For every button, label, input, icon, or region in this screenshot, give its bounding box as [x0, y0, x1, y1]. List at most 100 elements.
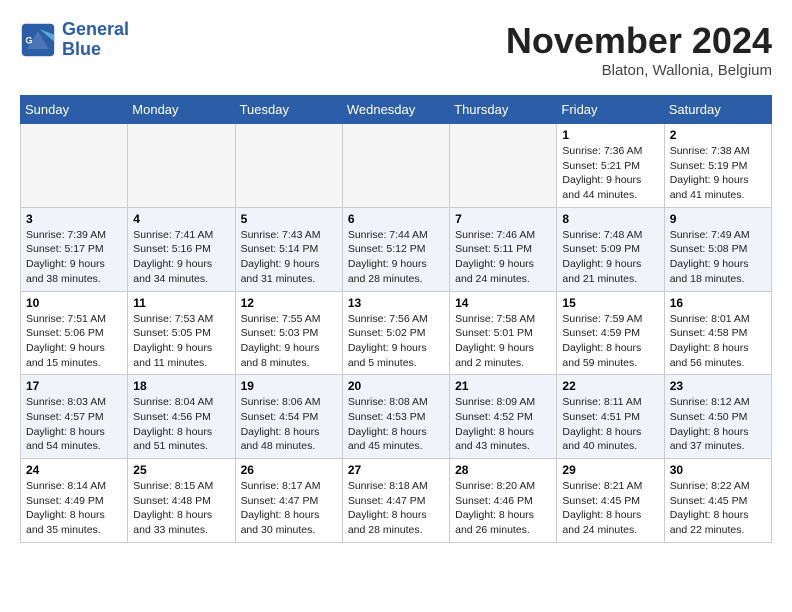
- column-header-friday: Friday: [557, 96, 664, 124]
- calendar-cell: 28 Sunrise: 8:20 AM Sunset: 4:46 PM Dayli…: [450, 459, 557, 543]
- calendar-cell: 16 Sunrise: 8:01 AM Sunset: 4:58 PM Dayli…: [664, 291, 771, 375]
- day-number: 7: [455, 212, 551, 226]
- calendar-cell: 7 Sunrise: 7:46 AM Sunset: 5:11 PM Daylig…: [450, 207, 557, 291]
- calendar-week-row: 24 Sunrise: 8:14 AM Sunset: 4:49 PM Dayli…: [21, 459, 772, 543]
- day-info: Sunrise: 8:17 AM Sunset: 4:47 PM Dayligh…: [241, 479, 337, 538]
- logo-icon: G: [20, 22, 56, 58]
- day-info: Sunrise: 8:22 AM Sunset: 4:45 PM Dayligh…: [670, 479, 766, 538]
- calendar-cell: 11 Sunrise: 7:53 AM Sunset: 5:05 PM Dayli…: [128, 291, 235, 375]
- day-info: Sunrise: 7:38 AM Sunset: 5:19 PM Dayligh…: [670, 144, 766, 203]
- column-header-sunday: Sunday: [21, 96, 128, 124]
- column-header-saturday: Saturday: [664, 96, 771, 124]
- day-number: 30: [670, 463, 766, 477]
- day-info: Sunrise: 7:55 AM Sunset: 5:03 PM Dayligh…: [241, 312, 337, 371]
- day-info: Sunrise: 8:14 AM Sunset: 4:49 PM Dayligh…: [26, 479, 122, 538]
- day-info: Sunrise: 7:53 AM Sunset: 5:05 PM Dayligh…: [133, 312, 229, 371]
- day-number: 6: [348, 212, 444, 226]
- day-number: 11: [133, 296, 229, 310]
- day-number: 22: [562, 379, 658, 393]
- day-number: 18: [133, 379, 229, 393]
- day-number: 13: [348, 296, 444, 310]
- day-info: Sunrise: 8:15 AM Sunset: 4:48 PM Dayligh…: [133, 479, 229, 538]
- column-header-thursday: Thursday: [450, 96, 557, 124]
- day-info: Sunrise: 7:46 AM Sunset: 5:11 PM Dayligh…: [455, 228, 551, 287]
- day-number: 25: [133, 463, 229, 477]
- calendar-cell: 3Sunrise: 7:39 AM Sunset: 5:17 PM Daylig…: [21, 207, 128, 291]
- calendar-cell: 17 Sunrise: 8:03 AM Sunset: 4:57 PM Dayli…: [21, 375, 128, 459]
- calendar-cell: 8 Sunrise: 7:48 AM Sunset: 5:09 PM Daylig…: [557, 207, 664, 291]
- day-number: 23: [670, 379, 766, 393]
- day-info: Sunrise: 8:12 AM Sunset: 4:50 PM Dayligh…: [670, 395, 766, 454]
- calendar-header-row: SundayMondayTuesdayWednesdayThursdayFrid…: [21, 96, 772, 124]
- day-info: Sunrise: 7:59 AM Sunset: 4:59 PM Dayligh…: [562, 312, 658, 371]
- calendar-cell: [21, 124, 128, 208]
- day-info: Sunrise: 8:03 AM Sunset: 4:57 PM Dayligh…: [26, 395, 122, 454]
- calendar-cell: 5Sunrise: 7:43 AM Sunset: 5:14 PM Daylig…: [235, 207, 342, 291]
- day-info: Sunrise: 7:48 AM Sunset: 5:09 PM Dayligh…: [562, 228, 658, 287]
- calendar-cell: 22 Sunrise: 8:11 AM Sunset: 4:51 PM Dayli…: [557, 375, 664, 459]
- day-number: 24: [26, 463, 122, 477]
- calendar-cell: [235, 124, 342, 208]
- calendar: SundayMondayTuesdayWednesdayThursdayFrid…: [20, 95, 772, 543]
- day-info: Sunrise: 8:21 AM Sunset: 4:45 PM Dayligh…: [562, 479, 658, 538]
- calendar-week-row: 1 Sunrise: 7:36 AM Sunset: 5:21 PM Daylig…: [21, 124, 772, 208]
- logo: G General Blue: [20, 20, 129, 60]
- day-number: 1: [562, 128, 658, 142]
- column-header-tuesday: Tuesday: [235, 96, 342, 124]
- day-number: 15: [562, 296, 658, 310]
- page-header: G General Blue November 2024 Blaton, Wal…: [20, 20, 772, 79]
- day-info: Sunrise: 8:20 AM Sunset: 4:46 PM Dayligh…: [455, 479, 551, 538]
- day-info: Sunrise: 8:18 AM Sunset: 4:47 PM Dayligh…: [348, 479, 444, 538]
- day-info: Sunrise: 7:49 AM Sunset: 5:08 PM Dayligh…: [670, 228, 766, 287]
- day-info: Sunrise: 7:41 AM Sunset: 5:16 PM Dayligh…: [133, 228, 229, 287]
- day-number: 2: [670, 128, 766, 142]
- calendar-cell: 30 Sunrise: 8:22 AM Sunset: 4:45 PM Dayli…: [664, 459, 771, 543]
- calendar-cell: 26 Sunrise: 8:17 AM Sunset: 4:47 PM Dayli…: [235, 459, 342, 543]
- day-number: 10: [26, 296, 122, 310]
- calendar-week-row: 3Sunrise: 7:39 AM Sunset: 5:17 PM Daylig…: [21, 207, 772, 291]
- calendar-cell: 4 Sunrise: 7:41 AM Sunset: 5:16 PM Daylig…: [128, 207, 235, 291]
- day-number: 28: [455, 463, 551, 477]
- calendar-week-row: 10 Sunrise: 7:51 AM Sunset: 5:06 PM Dayli…: [21, 291, 772, 375]
- column-header-wednesday: Wednesday: [342, 96, 449, 124]
- day-info: Sunrise: 8:06 AM Sunset: 4:54 PM Dayligh…: [241, 395, 337, 454]
- day-number: 19: [241, 379, 337, 393]
- day-info: Sunrise: 7:36 AM Sunset: 5:21 PM Dayligh…: [562, 144, 658, 203]
- day-info: Sunrise: 8:09 AM Sunset: 4:52 PM Dayligh…: [455, 395, 551, 454]
- day-number: 9: [670, 212, 766, 226]
- calendar-cell: [342, 124, 449, 208]
- day-info: Sunrise: 7:51 AM Sunset: 5:06 PM Dayligh…: [26, 312, 122, 371]
- calendar-cell: 6 Sunrise: 7:44 AM Sunset: 5:12 PM Daylig…: [342, 207, 449, 291]
- location: Blaton, Wallonia, Belgium: [506, 62, 772, 79]
- day-number: 5: [241, 212, 337, 226]
- calendar-cell: 18 Sunrise: 8:04 AM Sunset: 4:56 PM Dayli…: [128, 375, 235, 459]
- calendar-cell: 2 Sunrise: 7:38 AM Sunset: 5:19 PM Daylig…: [664, 124, 771, 208]
- calendar-cell: 19 Sunrise: 8:06 AM Sunset: 4:54 PM Dayli…: [235, 375, 342, 459]
- day-info: Sunrise: 7:44 AM Sunset: 5:12 PM Dayligh…: [348, 228, 444, 287]
- day-number: 17: [26, 379, 122, 393]
- column-header-monday: Monday: [128, 96, 235, 124]
- day-number: 4: [133, 212, 229, 226]
- calendar-cell: 25 Sunrise: 8:15 AM Sunset: 4:48 PM Dayli…: [128, 459, 235, 543]
- day-info: Sunrise: 8:01 AM Sunset: 4:58 PM Dayligh…: [670, 312, 766, 371]
- calendar-cell: 23 Sunrise: 8:12 AM Sunset: 4:50 PM Dayli…: [664, 375, 771, 459]
- day-number: 27: [348, 463, 444, 477]
- month-title: November 2024: [506, 20, 772, 62]
- calendar-cell: 13Sunrise: 7:56 AM Sunset: 5:02 PM Dayli…: [342, 291, 449, 375]
- calendar-cell: 15 Sunrise: 7:59 AM Sunset: 4:59 PM Dayli…: [557, 291, 664, 375]
- title-area: November 2024 Blaton, Wallonia, Belgium: [506, 20, 772, 79]
- calendar-cell: 1 Sunrise: 7:36 AM Sunset: 5:21 PM Daylig…: [557, 124, 664, 208]
- calendar-cell: 29Sunrise: 8:21 AM Sunset: 4:45 PM Dayli…: [557, 459, 664, 543]
- calendar-cell: 10 Sunrise: 7:51 AM Sunset: 5:06 PM Dayli…: [21, 291, 128, 375]
- day-info: Sunrise: 8:11 AM Sunset: 4:51 PM Dayligh…: [562, 395, 658, 454]
- calendar-cell: [450, 124, 557, 208]
- logo-line2: Blue: [62, 40, 129, 60]
- day-info: Sunrise: 8:04 AM Sunset: 4:56 PM Dayligh…: [133, 395, 229, 454]
- day-info: Sunrise: 7:39 AM Sunset: 5:17 PM Dayligh…: [26, 228, 122, 287]
- calendar-cell: 12Sunrise: 7:55 AM Sunset: 5:03 PM Dayli…: [235, 291, 342, 375]
- day-number: 26: [241, 463, 337, 477]
- day-number: 8: [562, 212, 658, 226]
- day-number: 16: [670, 296, 766, 310]
- day-number: 20: [348, 379, 444, 393]
- calendar-week-row: 17 Sunrise: 8:03 AM Sunset: 4:57 PM Dayli…: [21, 375, 772, 459]
